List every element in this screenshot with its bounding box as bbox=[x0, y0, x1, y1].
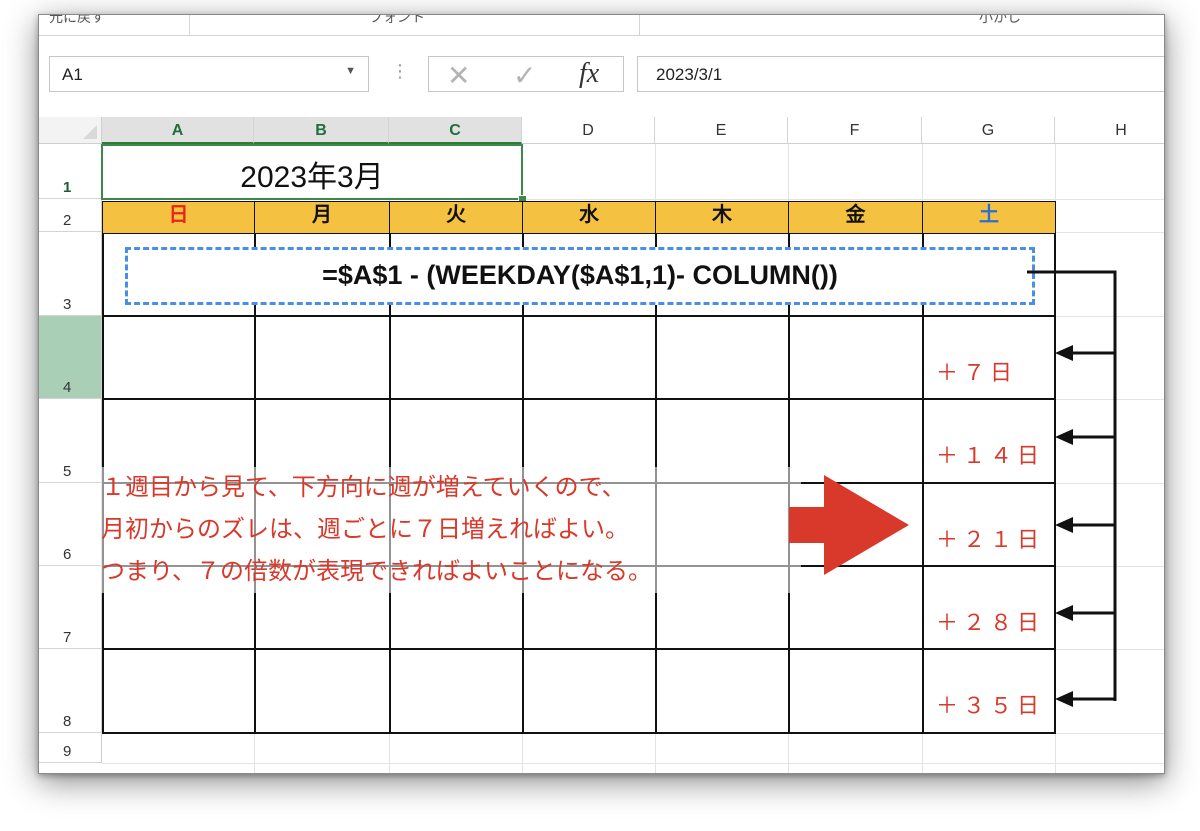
chevron-down-icon[interactable]: ▼ bbox=[345, 65, 356, 77]
excel-window: 元に戻す フォント 小かし A1 ▼ ⋮ ✕ ✓ fx 2023/3/1 A B… bbox=[38, 14, 1165, 774]
bracket-line bbox=[1027, 270, 1117, 701]
formula-bar: A1 ▼ ⋮ ✕ ✓ fx 2023/3/1 bbox=[39, 36, 1164, 116]
big-right-arrow bbox=[789, 475, 909, 575]
ribbon-group-other: 小かし bbox=[979, 15, 1021, 25]
connector-diagram bbox=[789, 270, 1117, 707]
formula-buttons: ✕ ✓ fx bbox=[428, 56, 624, 92]
insert-function-icon[interactable]: fx bbox=[579, 58, 599, 90]
formula-input-value: 2023/3/1 bbox=[656, 65, 723, 84]
arrow-to-offset-7 bbox=[1055, 345, 1115, 361]
cancel-icon[interactable]: ✕ bbox=[447, 59, 470, 92]
arrow-to-offset-21 bbox=[1055, 517, 1115, 533]
name-box[interactable]: A1 ▼ bbox=[49, 56, 369, 92]
enter-icon[interactable]: ✓ bbox=[513, 59, 536, 92]
arrow-to-offset-14 bbox=[1055, 429, 1115, 445]
ribbon-group-labels: 元に戻す フォント 小かし bbox=[39, 15, 1164, 36]
arrow-to-offset-35 bbox=[1055, 691, 1115, 707]
name-box-value: A1 bbox=[62, 65, 83, 84]
arrow-to-offset-28 bbox=[1055, 605, 1115, 621]
spreadsheet-grid: A B C D E F G H 1 2 3 4 5 6 7 8 9 2023年3… bbox=[39, 117, 1164, 773]
formula-input[interactable]: 2023/3/1 bbox=[637, 56, 1164, 92]
ribbon-group-undo: 元に戻す bbox=[49, 15, 105, 25]
drag-handle-icon[interactable]: ⋮ bbox=[391, 61, 409, 82]
ribbon-group-font: フォント bbox=[369, 15, 425, 25]
